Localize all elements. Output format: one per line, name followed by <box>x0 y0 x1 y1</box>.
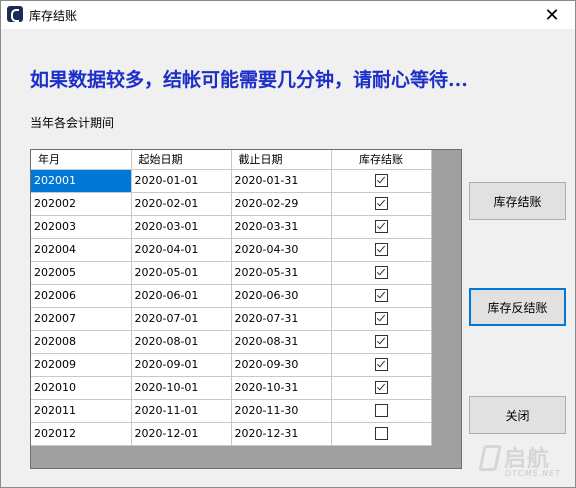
closed-checkbox[interactable] <box>374 243 388 257</box>
period-cell[interactable]: 202006 <box>31 284 132 308</box>
table-row[interactable]: 202001 2020-01-01 2020-01-31 <box>31 169 432 193</box>
table-row[interactable]: 202007 2020-07-01 2020-07-31 <box>31 307 432 331</box>
closed-checkbox[interactable] <box>374 174 388 188</box>
table-row[interactable]: 202002 2020-02-01 2020-02-29 <box>31 192 432 216</box>
end-date-cell[interactable]: 2020-07-31 <box>231 307 332 331</box>
period-cell[interactable]: 202010 <box>31 376 132 400</box>
column-header-start-date[interactable]: 起始日期 <box>131 150 232 170</box>
closed-checkbox[interactable] <box>374 197 388 211</box>
period-cell[interactable]: 202005 <box>31 261 132 285</box>
closed-cell <box>331 238 432 262</box>
start-date-cell[interactable]: 2020-04-01 <box>131 238 232 262</box>
column-header-period[interactable]: 年月 <box>31 150 132 170</box>
table-row[interactable]: 202011 2020-11-01 2020-11-30 <box>31 399 432 423</box>
closed-checkbox[interactable] <box>374 266 388 280</box>
column-header-closed[interactable]: 库存结账 <box>331 150 432 170</box>
closed-cell <box>331 261 432 285</box>
start-date-cell[interactable]: 2020-09-01 <box>131 353 232 377</box>
closed-checkbox[interactable] <box>374 220 388 234</box>
start-date-cell[interactable]: 2020-05-01 <box>131 261 232 285</box>
closed-checkbox[interactable] <box>374 335 388 349</box>
closed-checkbox[interactable] <box>374 289 388 303</box>
start-date-cell[interactable]: 2020-10-01 <box>131 376 232 400</box>
title-bar[interactable]: 库存结账 ✕ <box>1 1 575 29</box>
close-inventory-button[interactable]: 库存结账 <box>469 182 566 220</box>
reverse-close-inventory-button[interactable]: 库存反结账 <box>469 288 566 326</box>
start-date-cell[interactable]: 2020-06-01 <box>131 284 232 308</box>
end-date-cell[interactable]: 2020-05-31 <box>231 261 332 285</box>
start-date-cell[interactable]: 2020-08-01 <box>131 330 232 354</box>
table-row[interactable]: 202005 2020-05-01 2020-05-31 <box>31 261 432 285</box>
headline-message: 如果数据较多，结帐可能需要几分钟，请耐心等待... <box>30 69 468 91</box>
period-cell[interactable]: 202008 <box>31 330 132 354</box>
watermark-icon <box>478 445 502 471</box>
close-button[interactable]: 关闭 <box>469 396 566 434</box>
table-row[interactable]: 202006 2020-06-01 2020-06-30 <box>31 284 432 308</box>
end-date-cell[interactable]: 2020-08-31 <box>231 330 332 354</box>
closed-cell <box>331 399 432 423</box>
period-label: 当年各会计期间 <box>30 116 115 130</box>
table-header-row: 年月 起始日期 截止日期 库存结账 <box>31 150 432 170</box>
period-cell[interactable]: 202009 <box>31 353 132 377</box>
table-row[interactable]: 202009 2020-09-01 2020-09-30 <box>31 353 432 377</box>
end-date-cell[interactable]: 2020-01-31 <box>231 169 332 193</box>
table-row[interactable]: 202004 2020-04-01 2020-04-30 <box>31 238 432 262</box>
period-grid[interactable]: 年月 起始日期 截止日期 库存结账 202001 2020-01-01 2020-0… <box>30 149 462 469</box>
closed-cell <box>331 192 432 216</box>
closed-checkbox[interactable] <box>374 427 388 441</box>
closed-checkbox[interactable] <box>374 358 388 372</box>
closed-cell <box>331 330 432 354</box>
table-row[interactable]: 202010 2020-10-01 2020-10-31 <box>31 376 432 400</box>
closed-cell <box>331 215 432 239</box>
watermark-logo: 启航 DTCMS.NET <box>478 439 571 483</box>
period-table: 年月 起始日期 截止日期 库存结账 202001 2020-01-01 2020-0… <box>31 150 432 446</box>
end-date-cell[interactable]: 2020-12-31 <box>231 422 332 446</box>
period-cell[interactable]: 202004 <box>31 238 132 262</box>
period-cell[interactable]: 202012 <box>31 422 132 446</box>
app-icon <box>7 6 23 22</box>
table-row[interactable]: 202008 2020-08-01 2020-08-31 <box>31 330 432 354</box>
start-date-cell[interactable]: 2020-07-01 <box>131 307 232 331</box>
start-date-cell[interactable]: 2020-12-01 <box>131 422 232 446</box>
window-title: 库存结账 <box>29 9 78 23</box>
period-cell[interactable]: 202003 <box>31 215 132 239</box>
closed-cell <box>331 307 432 331</box>
period-cell[interactable]: 202001 <box>31 169 132 193</box>
period-cell[interactable]: 202011 <box>31 399 132 423</box>
closed-checkbox[interactable] <box>374 381 388 395</box>
table-row[interactable]: 202003 2020-03-01 2020-03-31 <box>31 215 432 239</box>
closed-cell <box>331 169 432 193</box>
end-date-cell[interactable]: 2020-10-31 <box>231 376 332 400</box>
closed-cell <box>331 284 432 308</box>
start-date-cell[interactable]: 2020-03-01 <box>131 215 232 239</box>
close-icon[interactable]: ✕ <box>529 1 575 29</box>
end-date-cell[interactable]: 2020-04-30 <box>231 238 332 262</box>
end-date-cell[interactable]: 2020-06-30 <box>231 284 332 308</box>
period-cell[interactable]: 202002 <box>31 192 132 216</box>
closed-cell <box>331 376 432 400</box>
dialog-window: 库存结账 ✕ 如果数据较多，结帐可能需要几分钟，请耐心等待... 当年各会计期间… <box>0 0 576 488</box>
start-date-cell[interactable]: 2020-01-01 <box>131 169 232 193</box>
watermark-subtext: DTCMS.NET <box>505 469 562 478</box>
start-date-cell[interactable]: 2020-11-01 <box>131 399 232 423</box>
table-row[interactable]: 202012 2020-12-01 2020-12-31 <box>31 422 432 446</box>
period-cell[interactable]: 202007 <box>31 307 132 331</box>
closed-checkbox[interactable] <box>374 404 388 418</box>
start-date-cell[interactable]: 2020-02-01 <box>131 192 232 216</box>
end-date-cell[interactable]: 2020-11-30 <box>231 399 332 423</box>
end-date-cell[interactable]: 2020-02-29 <box>231 192 332 216</box>
end-date-cell[interactable]: 2020-09-30 <box>231 353 332 377</box>
column-header-end-date[interactable]: 截止日期 <box>231 150 332 170</box>
closed-cell <box>331 353 432 377</box>
end-date-cell[interactable]: 2020-03-31 <box>231 215 332 239</box>
closed-cell <box>331 422 432 446</box>
closed-checkbox[interactable] <box>374 312 388 326</box>
